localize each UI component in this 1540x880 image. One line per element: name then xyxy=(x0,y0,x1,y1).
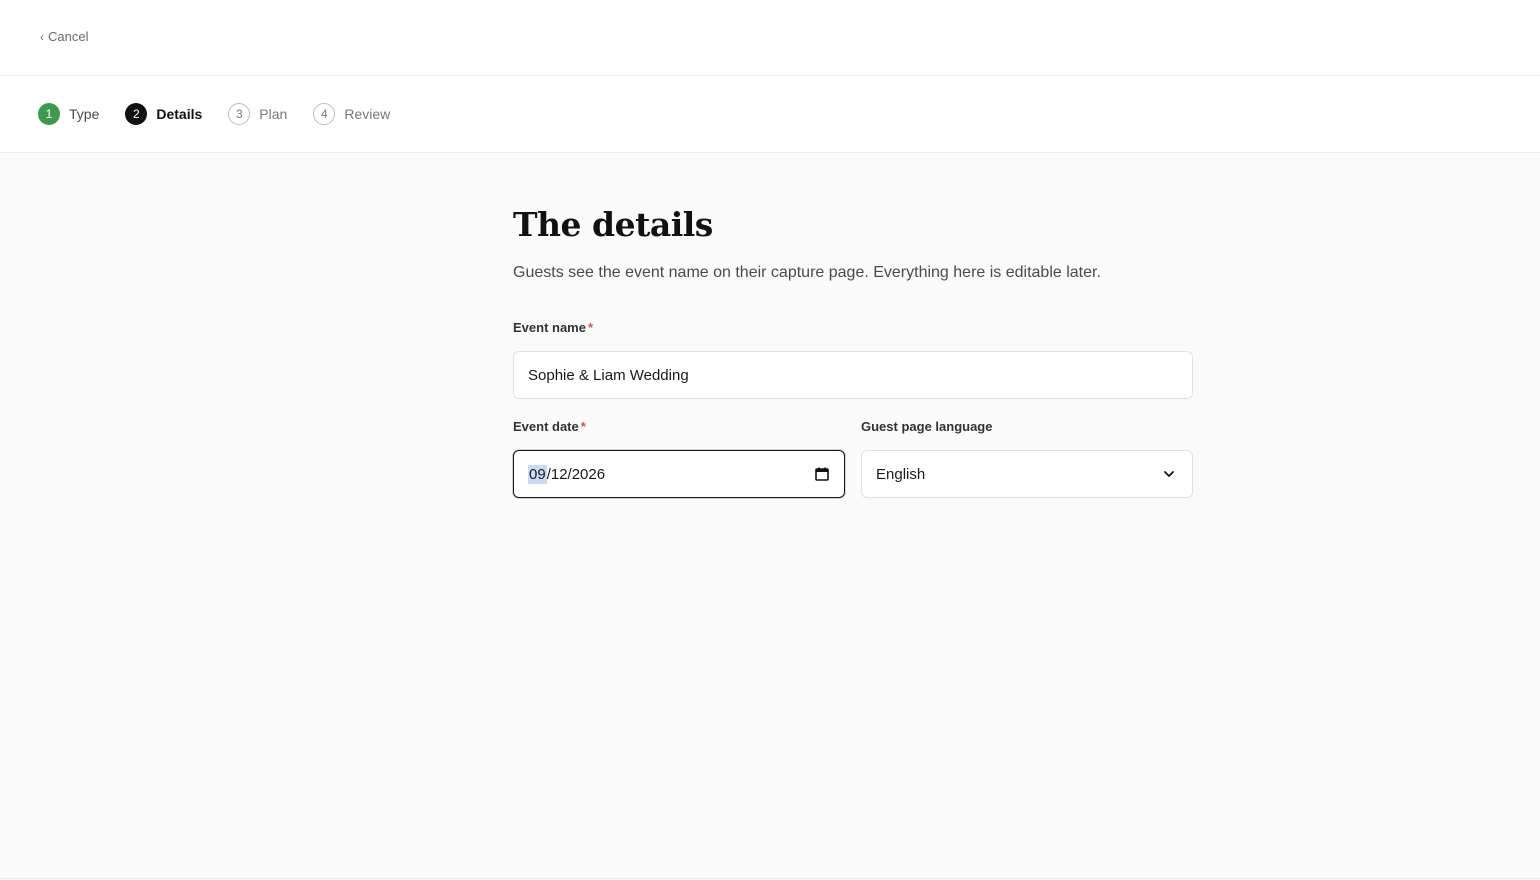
language-label: Guest page language xyxy=(861,419,993,434)
language-selected-value: English xyxy=(876,465,926,483)
details-form: The details Guests see the event name on… xyxy=(513,205,1193,498)
step-details[interactable]: 2 Details xyxy=(125,103,202,125)
page-subtitle: Guests see the event name on their captu… xyxy=(513,264,1101,281)
step-label: Review xyxy=(344,106,391,122)
cancel-label: Cancel xyxy=(48,29,89,44)
step-label: Type xyxy=(69,106,100,122)
event-name-input[interactable] xyxy=(513,351,1193,399)
event-date-label-text: Event date xyxy=(513,419,579,434)
step-number: 2 xyxy=(125,103,148,125)
cancel-link[interactable]: ‹ Cancel xyxy=(40,29,88,44)
top-bar: ‹ Cancel xyxy=(0,0,1540,76)
event-name-label-text: Event name xyxy=(513,320,586,335)
date-month-segment[interactable]: 09 xyxy=(528,464,547,484)
step-plan[interactable]: 3 Plan xyxy=(228,103,287,125)
date-rest-segment[interactable]: /12/2026 xyxy=(547,466,605,483)
chevron-left-icon: ‹ xyxy=(40,29,44,44)
required-marker: * xyxy=(580,419,586,434)
event-name-label: Event name * xyxy=(513,320,1193,335)
step-type[interactable]: 1 Type xyxy=(38,103,99,125)
language-field: Guest page language English xyxy=(861,419,1193,498)
step-label: Plan xyxy=(259,106,288,122)
required-marker: * xyxy=(587,320,594,335)
step-number: 1 xyxy=(38,103,60,125)
page-title: The details xyxy=(513,205,713,244)
date-language-row: Event date * 09/12/2026 Guest page langua… xyxy=(513,419,1193,498)
event-date-field: Event date * 09/12/2026 xyxy=(513,419,845,498)
language-select[interactable]: English xyxy=(861,450,1193,498)
step-number: 4 xyxy=(313,103,336,125)
event-date-label: Event date * xyxy=(513,419,845,434)
chevron-down-icon xyxy=(1164,471,1174,477)
date-value: 09/12/2026 xyxy=(528,464,605,484)
footer-divider xyxy=(0,878,1540,879)
event-date-input[interactable]: 09/12/2026 xyxy=(513,450,845,498)
progress-stepper: 1 Type 2 Details 3 Plan 4 Review xyxy=(0,76,1540,153)
step-number: 3 xyxy=(228,103,251,125)
calendar-icon[interactable] xyxy=(814,466,830,482)
step-label: Details xyxy=(156,106,203,122)
step-review[interactable]: 4 Review xyxy=(313,103,390,125)
